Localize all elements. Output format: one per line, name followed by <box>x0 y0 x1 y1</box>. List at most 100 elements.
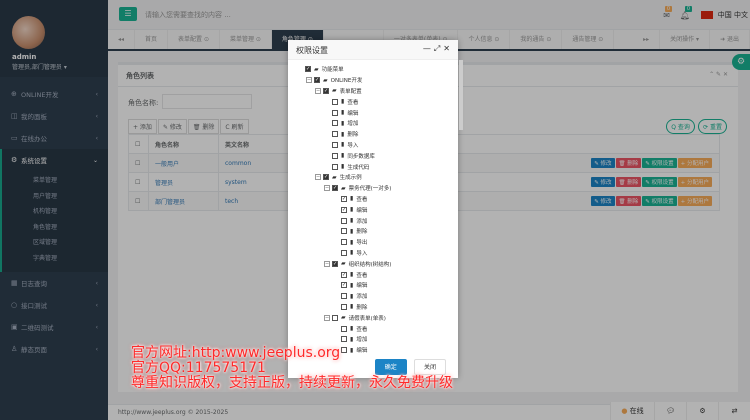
node-checkbox[interactable]: ✓ <box>314 77 320 84</box>
close-icon[interactable]: ✕ <box>443 44 453 53</box>
collapse-icon[interactable]: − <box>324 314 330 321</box>
tree-node[interactable]: ▮ 导入 <box>297 248 452 259</box>
tree-node[interactable]: ▮ 生成代码 <box>297 161 452 172</box>
file-icon: ▮ <box>350 325 354 333</box>
node-checkbox[interactable] <box>332 314 338 321</box>
file-icon: ▮ <box>341 152 345 160</box>
file-icon: ▮ <box>350 281 354 289</box>
tree-node-label: ONLINE开发 <box>330 78 363 85</box>
maximize-icon[interactable]: ⤢ <box>434 44 443 53</box>
file-icon: ▮ <box>350 238 354 246</box>
node-checkbox[interactable]: ✓ <box>323 87 329 94</box>
tree-node-label: 增加 <box>347 121 359 128</box>
tree-node[interactable]: ▮ 查看 <box>297 323 452 334</box>
node-checkbox[interactable] <box>332 141 338 148</box>
node-checkbox[interactable] <box>341 249 347 256</box>
tree-node[interactable]: ✓ ▮ 编辑 <box>297 204 452 215</box>
tree-node[interactable]: ▮ 导出 <box>297 237 452 248</box>
minimize-icon[interactable]: — <box>423 44 434 53</box>
tree-node[interactable]: ▮ 删除 <box>297 226 452 237</box>
folder-icon: ▰ <box>341 314 346 322</box>
file-icon: ▮ <box>350 227 354 235</box>
collapse-icon[interactable]: − <box>315 174 321 181</box>
collapse-icon[interactable]: − <box>306 77 312 84</box>
folder-icon: ▰ <box>332 87 337 95</box>
file-icon: ▮ <box>350 292 354 300</box>
node-checkbox[interactable]: ✓ <box>341 271 347 278</box>
node-checkbox[interactable] <box>332 163 338 170</box>
tree-node[interactable]: ✓ ▮ 查看 <box>297 269 452 280</box>
tree-node[interactable]: ✓ ▮ 查看 <box>297 194 452 205</box>
node-checkbox[interactable]: ✓ <box>332 185 338 192</box>
file-icon: ▮ <box>350 249 354 257</box>
tree-node[interactable]: ▮ 添加 <box>297 291 452 302</box>
tree-node-label: 生成代码 <box>347 164 370 171</box>
node-checkbox[interactable]: ✓ <box>323 174 329 181</box>
tree-node-label: 请假表单(单表) <box>348 315 386 322</box>
file-icon: ▮ <box>350 271 354 279</box>
watermark-line: 官方QQ:117575171 <box>131 360 266 376</box>
node-checkbox[interactable] <box>341 325 347 332</box>
node-checkbox[interactable] <box>332 109 338 116</box>
tree-node-label: 组织结构(树结构) <box>348 261 392 268</box>
tree-node[interactable]: ▮ 增加 <box>297 334 452 345</box>
node-checkbox[interactable] <box>341 336 347 343</box>
tree-node[interactable]: − ✓ ▰ 生成示例 <box>297 172 452 183</box>
tree-node[interactable]: ▮ 增加 <box>297 118 452 129</box>
tree-node-label: 表单配置 <box>339 88 362 95</box>
node-checkbox[interactable] <box>341 293 347 300</box>
tree-node[interactable]: ▮ 查看 <box>297 96 452 107</box>
tree-node[interactable]: ▮ 同步数据库 <box>297 150 452 161</box>
node-checkbox[interactable] <box>341 217 347 224</box>
node-checkbox[interactable] <box>341 228 347 235</box>
node-checkbox[interactable]: ✓ <box>341 282 347 289</box>
tree-node-label: 查看 <box>356 326 368 333</box>
node-checkbox[interactable] <box>341 239 347 246</box>
tree-node-label: 导入 <box>347 142 359 149</box>
tree-node[interactable]: ▮ 添加 <box>297 215 452 226</box>
tree-node[interactable]: − ✓ ▰ 票务代理(一对多) <box>297 183 452 194</box>
node-checkbox[interactable] <box>332 152 338 159</box>
tree-node-label: 查看 <box>356 196 368 203</box>
node-checkbox[interactable] <box>332 98 338 105</box>
folder-icon: ▰ <box>341 184 346 192</box>
tree-node[interactable]: ✓ ▰ 功能菜单 <box>297 64 452 75</box>
tree-node[interactable]: ▮ 导入 <box>297 140 452 151</box>
file-icon: ▮ <box>341 141 345 149</box>
node-checkbox[interactable]: ✓ <box>332 260 338 267</box>
file-icon: ▮ <box>350 217 354 225</box>
tree-node-label: 删除 <box>347 132 359 139</box>
watermark-line: 官方网址:http:www.jeeplus.org <box>131 345 341 361</box>
tree-node-label: 添加 <box>356 218 368 225</box>
tree-node-label: 导入 <box>356 250 368 257</box>
tree-node[interactable]: − ✓ ▰ 表单配置 <box>297 86 452 97</box>
tree-node[interactable]: ▮ 编辑 <box>297 107 452 118</box>
collapse-icon[interactable]: − <box>315 87 321 94</box>
tree-node[interactable]: ✓ ▮ 编辑 <box>297 280 452 291</box>
tree-node[interactable]: − ▰ 请假表单(单表) <box>297 312 452 323</box>
watermark-text: 官方网址:http:www.jeeplus.org 官方QQ:117575171… <box>131 346 453 391</box>
node-checkbox[interactable] <box>332 120 338 127</box>
tree-node-label: 编辑 <box>356 283 368 290</box>
file-icon: ▮ <box>350 335 354 343</box>
tree-node-label: 增加 <box>356 337 368 344</box>
tree-node-label: 编辑 <box>356 207 368 214</box>
file-icon: ▮ <box>341 119 345 127</box>
folder-icon: ▰ <box>332 173 337 181</box>
permission-dialog: 权限设置 —⤢✕ ✓ ▰ 功能菜单 − ✓ ▰ ONLINE开发 − ✓ ▰ 表单配置 ▮ 查看 ▮ 编辑 ▮… <box>288 40 463 378</box>
tree-node[interactable]: − ✓ ▰ ONLINE开发 <box>297 75 452 86</box>
scrollbar[interactable] <box>459 60 463 130</box>
node-checkbox[interactable]: ✓ <box>305 66 311 73</box>
tree-node[interactable]: − ✓ ▰ 组织结构(树结构) <box>297 258 452 269</box>
file-icon: ▮ <box>350 303 354 311</box>
node-checkbox[interactable] <box>332 131 338 138</box>
node-checkbox[interactable] <box>341 303 347 310</box>
collapse-icon[interactable]: − <box>324 260 330 267</box>
tree-node[interactable]: ▮ 删除 <box>297 302 452 313</box>
node-checkbox[interactable]: ✓ <box>341 206 347 213</box>
tree-node[interactable]: ▮ 删除 <box>297 129 452 140</box>
file-icon: ▮ <box>341 98 345 106</box>
node-checkbox[interactable]: ✓ <box>341 195 347 202</box>
collapse-icon[interactable]: − <box>324 185 330 192</box>
file-icon: ▮ <box>341 163 345 171</box>
